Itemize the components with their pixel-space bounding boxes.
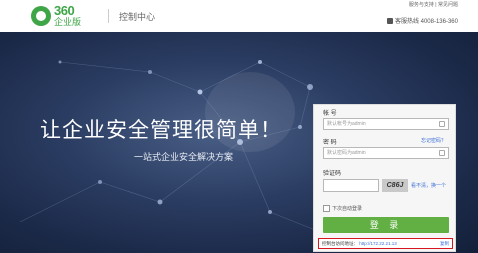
top-links[interactable]: 服务与支持 | 常见问题 <box>409 1 458 8</box>
logo-number: 360 <box>54 3 75 18</box>
lock-icon <box>439 150 445 156</box>
slogan: 让企业安全管理很简单！ <box>40 119 282 142</box>
account-label: 帐 号 <box>323 111 337 117</box>
logo-subtitle: 企业版 <box>54 17 82 27</box>
phone-icon <box>386 17 393 24</box>
login-button[interactable]: 登 录 <box>323 217 449 233</box>
account-placeholder: 默认帐号为admin <box>327 121 366 127</box>
captcha-label: 验证码 <box>323 171 342 177</box>
address-value[interactable]: http://172.22.21.13 <box>359 241 397 246</box>
hero-banner: 让企业安全管理很简单！ 一站式企业安全解决方案 帐 号 默认帐号为admin 密… <box>0 32 478 253</box>
subslogan: 一站式企业安全解决方案 <box>134 152 234 162</box>
forgot-password-link[interactable]: 忘记密码？ <box>421 137 446 144</box>
captcha-image[interactable]: C86J <box>382 179 408 192</box>
top-bar: 360 企业版 控制中心 服务与支持 | 常见问题 客服热线 4008-136-… <box>0 0 478 32</box>
account-input[interactable]: 默认帐号为admin <box>323 118 449 130</box>
logo-badge-icon <box>31 6 51 26</box>
password-label: 密 码 <box>323 140 337 146</box>
copy-address-link[interactable]: 复制 <box>440 239 449 248</box>
hotline: 客服热线 4008-136-360 <box>386 16 458 25</box>
password-input[interactable]: 默认密码为admin <box>323 147 449 159</box>
app-title: 控制中心 <box>119 12 156 22</box>
user-icon <box>439 121 445 127</box>
logo[interactable]: 360 企业版 <box>31 4 111 28</box>
captcha-input[interactable] <box>323 179 379 192</box>
console-address-box: 控制台访问地址： http://172.22.21.13 复制 <box>318 238 453 249</box>
remember-login[interactable]: 下次自动登录 <box>323 205 362 212</box>
captcha-refresh-link[interactable]: 看不清，换一个 <box>411 182 446 189</box>
remember-checkbox[interactable] <box>323 205 330 212</box>
address-label: 控制台访问地址： <box>322 241 358 246</box>
login-panel: 帐 号 默认帐号为admin 密 码 忘记密码？ 默认密码为admin 验证码 … <box>313 104 456 252</box>
hotline-text: 客服热线 4008-136-360 <box>394 19 458 25</box>
header-divider <box>108 9 109 23</box>
remember-label: 下次自动登录 <box>332 206 363 212</box>
password-placeholder: 默认密码为admin <box>327 150 366 156</box>
